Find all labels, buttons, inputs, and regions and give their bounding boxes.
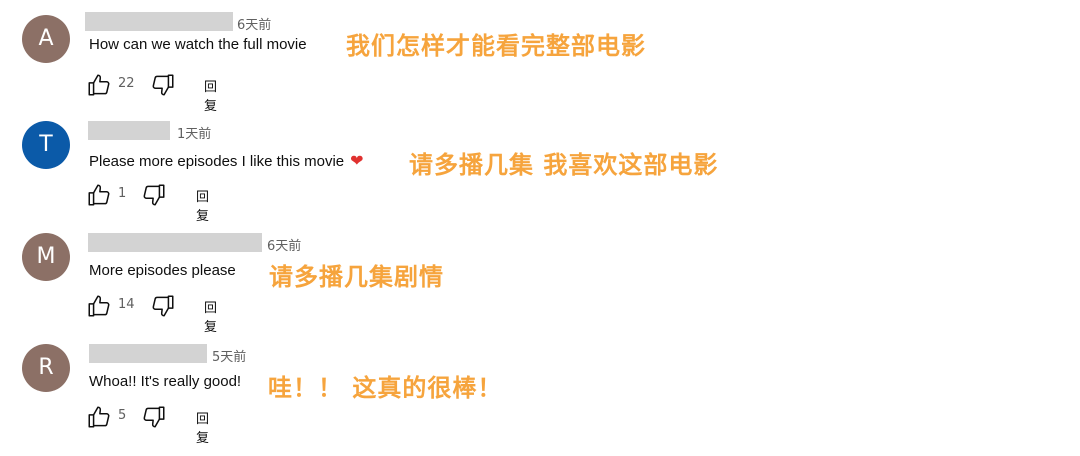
like-icon[interactable] [86, 182, 112, 208]
dislike-icon[interactable] [150, 72, 176, 98]
like-icon[interactable] [86, 72, 112, 98]
translation-annotation: 请多播几集 我喜欢这部电影 [409, 151, 719, 179]
avatar[interactable]: T [22, 121, 70, 169]
translation-annotation: 请多播几集剧情 [269, 263, 444, 291]
comment-item: T 1天前 Please more episodes I like this m… [0, 121, 1080, 233]
comment-item: A 6天前 How can we watch the full movie 我们… [0, 12, 1080, 124]
username-redacted[interactable] [89, 344, 207, 363]
dislike-icon[interactable] [141, 404, 167, 430]
reply-button[interactable]: 回复 [196, 408, 209, 446]
comment-item: R 5天前 Whoa!! It's really good! 哇！！ 这真的很棒… [0, 344, 1080, 456]
comment-text: More episodes please [89, 262, 236, 279]
comment-timestamp[interactable]: 5天前 [212, 346, 246, 365]
like-count: 22 [118, 76, 135, 91]
heart-icon: ❤ [350, 153, 364, 170]
username-redacted[interactable] [88, 233, 262, 252]
dislike-icon[interactable] [141, 182, 167, 208]
avatar[interactable]: R [22, 344, 70, 392]
avatar[interactable]: M [22, 233, 70, 281]
translation-annotation: 我们怎样才能看完整部电影 [346, 32, 646, 60]
comment-timestamp[interactable]: 1天前 [177, 123, 211, 142]
reply-button[interactable]: 回复 [204, 297, 217, 335]
dislike-icon[interactable] [150, 293, 176, 319]
like-count: 14 [118, 297, 135, 312]
translation-annotation: 哇！！ 这真的很棒！ [268, 374, 503, 402]
comment-timestamp[interactable]: 6天前 [267, 235, 301, 254]
like-icon[interactable] [86, 293, 112, 319]
reply-button[interactable]: 回复 [204, 76, 217, 114]
like-count: 5 [118, 408, 127, 423]
avatar[interactable]: A [22, 15, 70, 63]
comment-item: M 6天前 More episodes please 请多播几集剧情 14 回复 [0, 233, 1080, 345]
comment-text: Whoa!! It's really good! [89, 373, 242, 390]
comment-text: Please more episodes I like this movie ❤ [89, 151, 364, 171]
username-redacted[interactable] [85, 12, 233, 31]
reply-button[interactable]: 回复 [196, 186, 209, 224]
username-redacted[interactable] [88, 121, 170, 140]
comment-text: How can we watch the full movie [89, 36, 307, 53]
like-count: 1 [118, 186, 127, 201]
comment-text-body: Please more episodes I like this movie [89, 153, 345, 170]
comment-timestamp[interactable]: 6天前 [237, 14, 271, 33]
like-icon[interactable] [86, 404, 112, 430]
